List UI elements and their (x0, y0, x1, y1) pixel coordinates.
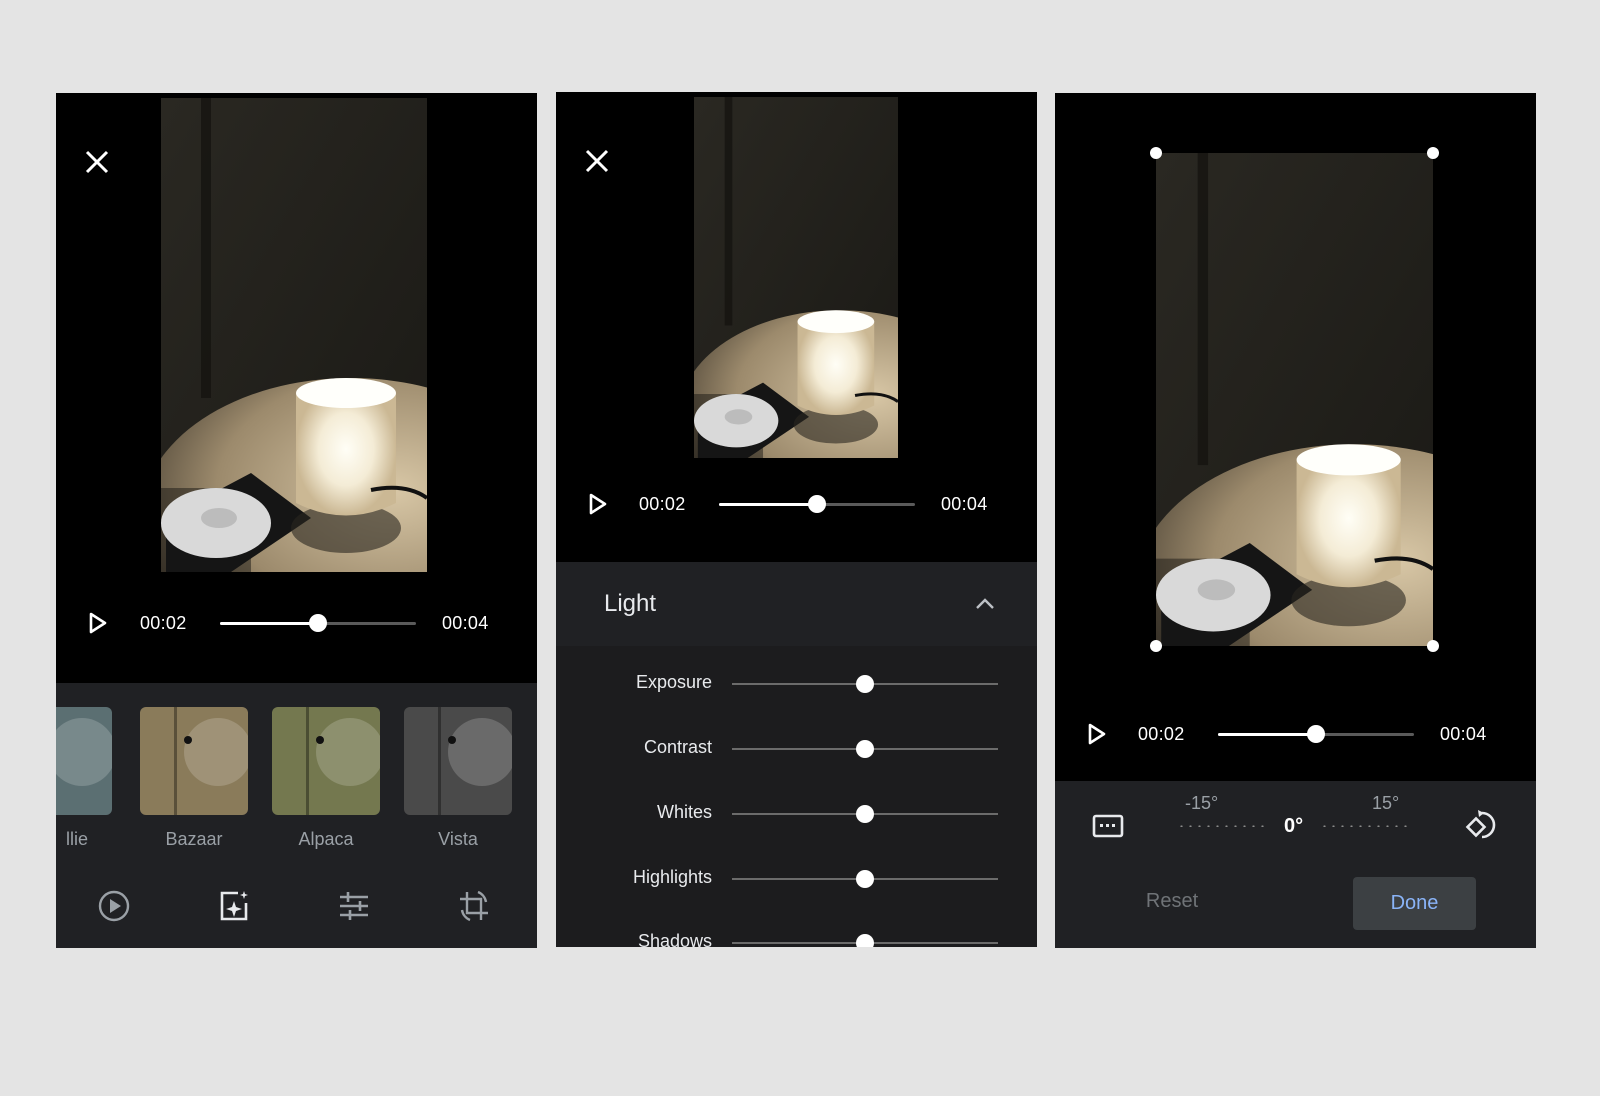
crop-rotate-icon[interactable] (456, 888, 492, 924)
reset-button[interactable]: Reset (1117, 881, 1227, 921)
close-icon[interactable] (84, 149, 110, 175)
filter-label: Bazaar (165, 829, 223, 849)
crop-handle-bottom-right[interactable] (1427, 640, 1439, 652)
adjust-panel: 00:02 00:04 Light Exposure Contrast Whit… (556, 92, 1037, 947)
crop-handle-top-right[interactable] (1427, 147, 1439, 159)
adjustment-label: Whites (656, 802, 712, 822)
crop-panel: 00:02 00:04 -15° 15° 0° Reset Done (1055, 93, 1536, 948)
rotation-max-label: 15° (1372, 793, 1400, 813)
duration: 00:04 (442, 613, 489, 633)
slider-thumb[interactable] (856, 805, 874, 823)
filter-option[interactable]: llie (56, 707, 112, 850)
rotation-min-label: -15° (1185, 793, 1219, 813)
current-time: 00:02 (1138, 724, 1185, 744)
current-time: 00:02 (639, 494, 686, 514)
light-section-header[interactable]: Light (556, 562, 1037, 646)
seek-slider[interactable] (220, 614, 416, 632)
filter-option[interactable]: Alpaca (272, 707, 380, 850)
crop-controls: -15° 15° 0° Reset Done (1055, 781, 1536, 948)
play-icon[interactable] (1087, 723, 1107, 745)
slider-thumb[interactable] (856, 870, 874, 888)
seek-slider[interactable] (719, 495, 915, 513)
filter-thumbnail (404, 707, 512, 815)
section-title: Light (604, 590, 657, 617)
highlights-slider[interactable] (732, 870, 998, 888)
rotation-value: 0° (1284, 815, 1304, 837)
filter-option[interactable]: Bazaar (140, 707, 248, 850)
filter-label: Vista (438, 829, 478, 849)
rotation-dial-left[interactable] (1177, 825, 1267, 827)
rotate-icon[interactable] (1464, 807, 1500, 843)
playback-bar: 00:02 00:04 (556, 489, 1037, 519)
aspect-ratio-icon[interactable] (1091, 811, 1125, 841)
filter-thumbnail (272, 707, 380, 815)
seek-slider[interactable] (1218, 725, 1414, 743)
video-preview (161, 98, 427, 572)
shadows-slider[interactable] (732, 934, 998, 947)
filter-thumbnail (140, 707, 248, 815)
play-icon[interactable] (588, 493, 608, 515)
light-adjustments-list: Exposure Contrast Whites Highlights Shad… (556, 646, 1037, 947)
video-icon[interactable] (96, 888, 132, 924)
filter-option[interactable]: Vista (404, 707, 512, 850)
whites-row: Whites (556, 798, 1037, 828)
filters-sheet: llie Bazaar Alpaca Vista (56, 683, 537, 948)
video-preview (694, 97, 898, 458)
seek-thumb[interactable] (309, 614, 327, 632)
adjust-sliders-icon[interactable] (336, 888, 372, 924)
seek-thumb[interactable] (808, 495, 826, 513)
playback-bar: 00:02 00:04 (56, 608, 537, 638)
editor-toolbar (56, 868, 537, 948)
filter-thumbnail (56, 707, 112, 815)
exposure-slider[interactable] (732, 675, 998, 693)
filters-panel: 00:02 00:04 llie Bazaar Alpaca Vista (56, 93, 537, 948)
play-icon[interactable] (88, 612, 108, 634)
rotation-dial-right[interactable] (1320, 825, 1410, 827)
slider-thumb[interactable] (856, 740, 874, 758)
chevron-up-icon[interactable] (973, 592, 997, 616)
close-icon[interactable] (584, 148, 610, 174)
adjustment-label: Contrast (643, 737, 712, 757)
filter-label: llie (65, 829, 88, 849)
playback-bar: 00:02 00:04 (1055, 719, 1536, 749)
done-button[interactable]: Done (1353, 877, 1476, 930)
adjustment-label: Exposure (635, 672, 712, 692)
duration: 00:04 (1440, 724, 1487, 744)
exposure-row: Exposure (556, 668, 1037, 698)
current-time: 00:02 (140, 613, 187, 633)
auto-enhance-icon[interactable] (216, 888, 252, 924)
seek-thumb[interactable] (1307, 725, 1325, 743)
contrast-row: Contrast (556, 733, 1037, 763)
adjustment-label: Shadows (637, 931, 712, 947)
slider-thumb[interactable] (856, 675, 874, 693)
duration: 00:04 (941, 494, 988, 514)
whites-slider[interactable] (732, 805, 998, 823)
shadows-row: Shadows (556, 927, 1037, 947)
highlights-row: Highlights (556, 863, 1037, 893)
filter-label: Alpaca (298, 829, 354, 849)
adjustment-label: Highlights (632, 867, 712, 887)
crop-handle-bottom-left[interactable] (1150, 640, 1162, 652)
contrast-slider[interactable] (732, 740, 998, 758)
slider-thumb[interactable] (856, 934, 874, 947)
video-preview (1156, 153, 1433, 646)
crop-handle-top-left[interactable] (1150, 147, 1162, 159)
